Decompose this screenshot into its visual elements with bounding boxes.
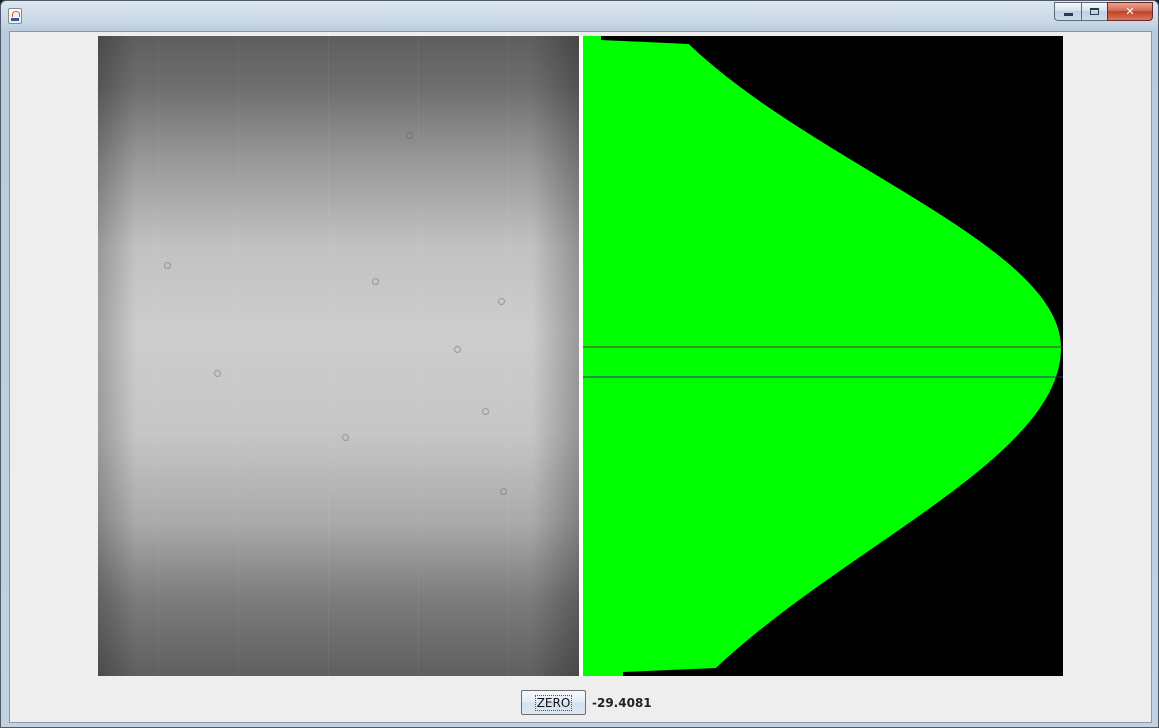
bottom-bar: ZERO -29.4081 bbox=[10, 688, 1151, 716]
dust-speck bbox=[164, 262, 171, 269]
profile-svg bbox=[583, 36, 1063, 676]
minimize-icon bbox=[1063, 13, 1073, 16]
dust-speck bbox=[500, 488, 507, 495]
zero-offset-value: -29.4081 bbox=[592, 696, 652, 710]
zero-button[interactable]: ZERO bbox=[521, 690, 586, 715]
caption-buttons: ✕ bbox=[1054, 2, 1153, 21]
java-app-icon[interactable] bbox=[8, 8, 22, 24]
minimize-button[interactable] bbox=[1054, 2, 1081, 21]
dust-speck bbox=[372, 278, 379, 285]
app-window: ✕ ZERO -29.4081 bbox=[0, 0, 1159, 728]
content-panel: ZERO -29.4081 bbox=[9, 31, 1152, 723]
dust-speck bbox=[498, 298, 505, 305]
dust-speck bbox=[342, 434, 349, 441]
maximize-button[interactable] bbox=[1081, 2, 1107, 21]
camera-image bbox=[98, 36, 579, 676]
intensity-profile-plot bbox=[583, 36, 1063, 676]
close-button[interactable]: ✕ bbox=[1107, 2, 1153, 21]
dust-speck bbox=[214, 370, 221, 377]
maximize-icon bbox=[1090, 8, 1099, 15]
close-icon: ✕ bbox=[1125, 5, 1135, 18]
dust-speck bbox=[454, 346, 461, 353]
zero-button-label: ZERO bbox=[534, 694, 573, 711]
dust-speck bbox=[406, 132, 413, 139]
dust-speck bbox=[482, 408, 489, 415]
title-bar[interactable]: ✕ bbox=[1, 1, 1158, 29]
